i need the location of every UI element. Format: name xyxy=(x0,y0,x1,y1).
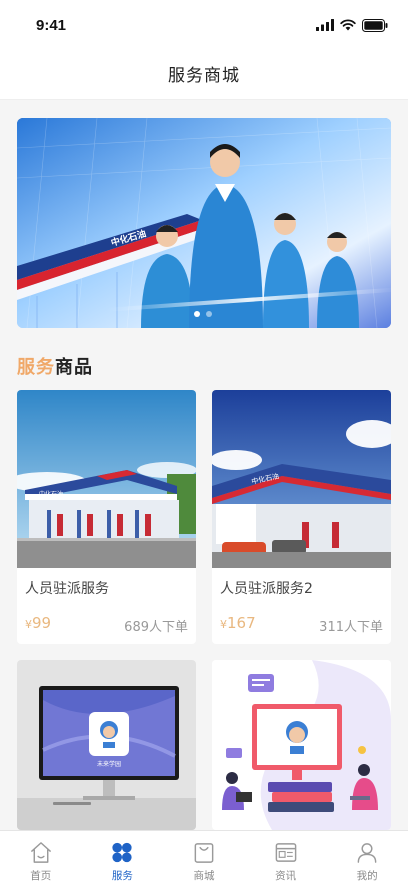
product-image-online-learning xyxy=(212,660,391,830)
currency-symbol: ¥ xyxy=(220,618,227,631)
product-name: 人员驻派服务 xyxy=(25,581,109,597)
section-title-main: 商品 xyxy=(55,357,93,378)
price-value: 167 xyxy=(227,614,256,632)
product-image-gas-station: 中化石油 xyxy=(212,390,391,568)
product-card[interactable]: 中化石油 人员驻派服务2 ¥167 311人下单 xyxy=(212,390,391,644)
product-price: ¥167 xyxy=(220,614,256,632)
tab-label: 首页 xyxy=(30,870,52,882)
product-image-sign: 中化石油 xyxy=(39,490,63,498)
product-image-monitor: 未来学园 xyxy=(17,660,196,830)
tab-mine[interactable]: 我的 xyxy=(326,831,408,883)
product-name: 人员驻派服务2 xyxy=(220,581,313,597)
currency-symbol: ¥ xyxy=(25,618,32,631)
product-card[interactable] xyxy=(212,660,391,830)
monitor-logo-text: 未来学园 xyxy=(97,760,121,768)
user-icon xyxy=(357,843,377,863)
status-icons xyxy=(316,18,388,32)
wifi-icon xyxy=(340,19,356,31)
page-title: 服务商城 xyxy=(168,66,240,86)
tab-news[interactable]: 资讯 xyxy=(245,831,327,883)
tab-label: 资讯 xyxy=(275,870,297,882)
carousel-dot[interactable] xyxy=(194,311,200,317)
navigation-bar: 服务商城 xyxy=(0,48,408,100)
shopping-bag-icon xyxy=(194,843,214,863)
status-time: 9:41 xyxy=(36,17,67,34)
service-grid-icon xyxy=(112,842,133,863)
carousel-dot[interactable] xyxy=(206,311,212,317)
home-icon xyxy=(30,842,51,863)
news-icon xyxy=(275,843,296,862)
product-sales-count: 689人下单 xyxy=(124,620,188,635)
tab-home[interactable]: 首页 xyxy=(0,831,82,883)
product-card[interactable]: 未来学园 xyxy=(17,660,196,830)
product-sales-count: 311人下单 xyxy=(319,620,383,635)
tab-service[interactable]: 服务 xyxy=(82,831,164,883)
section-title: 服务商品 xyxy=(17,353,93,379)
product-image-gas-station: 中化石油 xyxy=(17,390,196,568)
tab-mall[interactable]: 商城 xyxy=(163,831,245,883)
price-value: 99 xyxy=(32,614,52,632)
tab-label: 商城 xyxy=(193,870,215,882)
tab-label: 我的 xyxy=(356,870,378,882)
bottom-tab-bar: 首页 服务 商城 资讯 我的 xyxy=(0,830,408,883)
product-card[interactable]: 中化石油 人员驻派服务 ¥99 689人下单 xyxy=(17,390,196,644)
section-title-accent: 服务 xyxy=(17,357,55,378)
tab-label: 服务 xyxy=(111,870,133,882)
signal-icon xyxy=(316,19,334,31)
product-price: ¥99 xyxy=(25,614,51,632)
banner-carousel[interactable]: 中化石油 xyxy=(17,118,391,328)
status-bar: 9:41 xyxy=(0,0,408,48)
banner-image: 中化石油 xyxy=(17,118,391,328)
battery-icon xyxy=(362,18,388,32)
